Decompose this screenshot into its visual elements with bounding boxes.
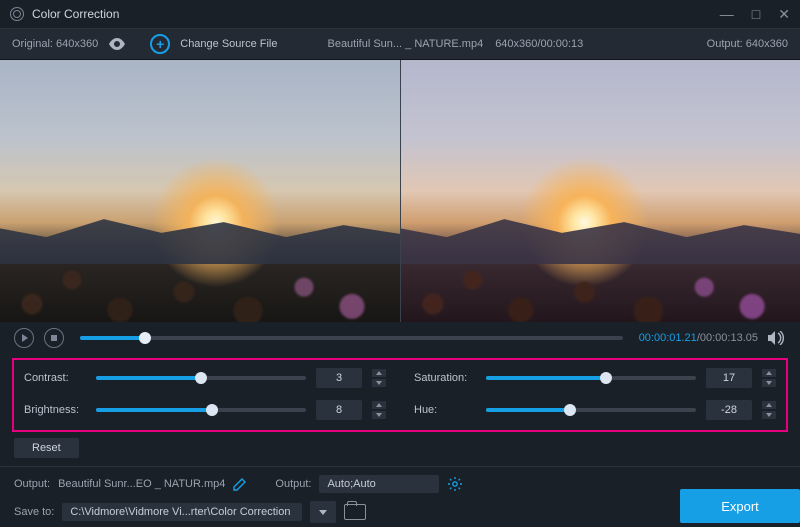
- save-to-path[interactable]: C:\Vidmore\Vidmore Vi...rter\Color Corre…: [62, 503, 302, 521]
- contrast-value[interactable]: 3: [316, 368, 362, 388]
- brightness-stepper[interactable]: [372, 401, 386, 419]
- preview-original: [0, 60, 400, 322]
- timecode: 00:00:01.21/00:00:13.05: [639, 332, 758, 344]
- settings-icon[interactable]: [447, 476, 463, 492]
- app-icon: [10, 7, 24, 21]
- brightness-label: Brightness:: [24, 404, 86, 416]
- original-label: Original: 640x360: [12, 38, 98, 50]
- stop-button[interactable]: [44, 328, 64, 348]
- window-title: Color Correction: [32, 7, 119, 21]
- brightness-slider[interactable]: [96, 408, 306, 412]
- open-folder-icon[interactable]: [344, 504, 366, 520]
- save-to-dropdown[interactable]: [310, 501, 336, 523]
- contrast-slider[interactable]: [96, 376, 306, 380]
- close-button[interactable]: ✕: [778, 6, 790, 23]
- reset-button[interactable]: Reset: [14, 438, 79, 458]
- preview-area: [0, 60, 800, 322]
- contrast-stepper[interactable]: [372, 369, 386, 387]
- saturation-slider[interactable]: [486, 376, 696, 380]
- saturation-row: Saturation: 17: [414, 368, 776, 388]
- preview-output: [401, 60, 800, 322]
- source-meta: 640x360/00:00:13: [495, 38, 583, 50]
- minimize-button[interactable]: —: [720, 6, 734, 23]
- output-file-label: Output:: [14, 478, 50, 490]
- hue-slider[interactable]: [486, 408, 696, 412]
- source-filename: Beautiful Sun... _ NATURE.mp4: [327, 38, 483, 50]
- brightness-value[interactable]: 8: [316, 400, 362, 420]
- preview-toggle-icon[interactable]: [108, 38, 126, 50]
- timeline-slider[interactable]: [80, 336, 623, 340]
- contrast-row: Contrast: 3: [24, 368, 386, 388]
- volume-icon[interactable]: [768, 331, 786, 345]
- saturation-value[interactable]: 17: [706, 368, 752, 388]
- color-sliders-panel: Contrast: 3 Saturation: 17 Brightness: 8…: [12, 358, 788, 432]
- info-bar: Original: 640x360 + Change Source File B…: [0, 28, 800, 60]
- hue-stepper[interactable]: [762, 401, 776, 419]
- maximize-button[interactable]: □: [752, 6, 760, 23]
- hue-label: Hue:: [414, 404, 476, 416]
- change-source-label[interactable]: Change Source File: [180, 38, 277, 50]
- edit-filename-icon[interactable]: [233, 477, 247, 491]
- output-rows: Output: Beautiful Sunr...EO _ NATUR.mp4 …: [0, 466, 800, 527]
- export-button[interactable]: Export: [680, 489, 800, 523]
- title-bar: Color Correction — □ ✕: [0, 0, 800, 28]
- contrast-label: Contrast:: [24, 372, 86, 384]
- saturation-label: Saturation:: [414, 372, 476, 384]
- save-to-label: Save to:: [14, 506, 54, 518]
- playback-bar: 00:00:01.21/00:00:13.05: [0, 322, 800, 354]
- output-filename: Beautiful Sunr...EO _ NATUR.mp4: [58, 478, 225, 490]
- hue-value[interactable]: -28: [706, 400, 752, 420]
- play-button[interactable]: [14, 328, 34, 348]
- hue-row: Hue: -28: [414, 400, 776, 420]
- brightness-row: Brightness: 8: [24, 400, 386, 420]
- saturation-stepper[interactable]: [762, 369, 776, 387]
- output-preset[interactable]: Auto;Auto: [319, 475, 439, 493]
- add-source-button[interactable]: +: [150, 34, 170, 54]
- output-label: Output: 640x360: [707, 38, 788, 50]
- output-preset-label: Output:: [275, 478, 311, 490]
